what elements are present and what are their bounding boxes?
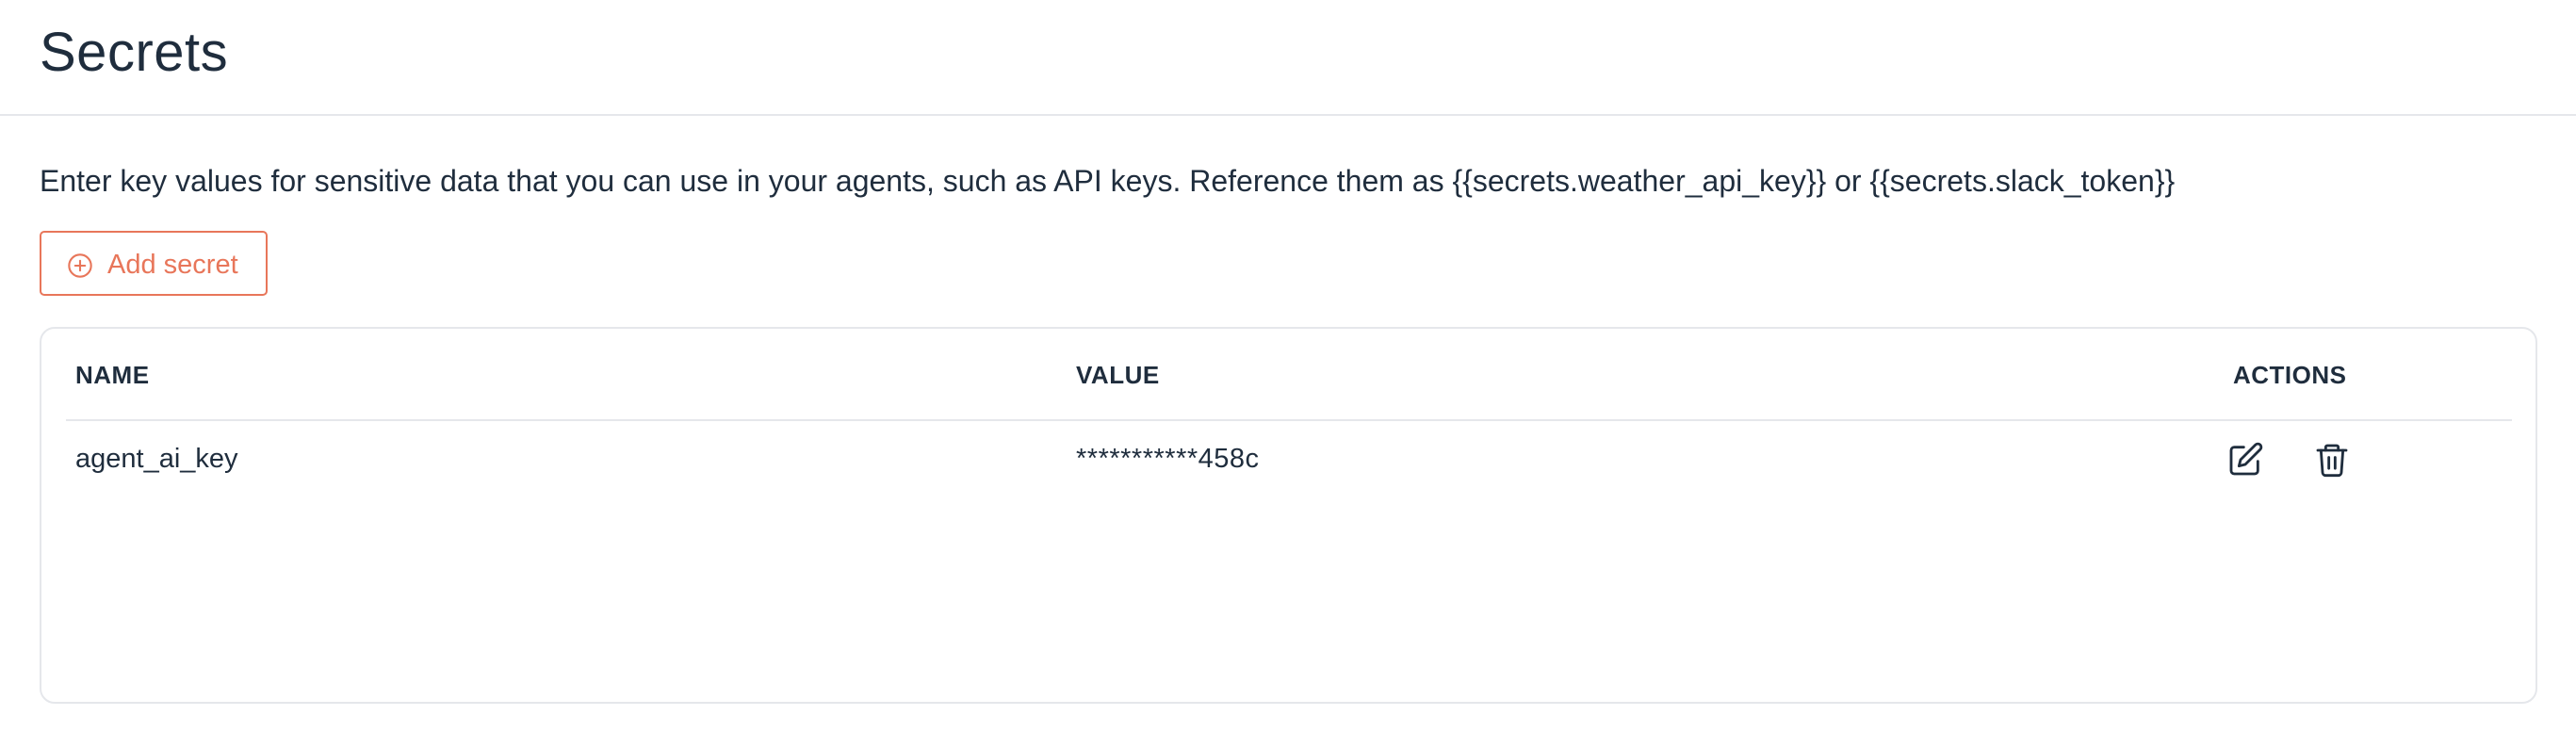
page-title: Secrets	[40, 22, 229, 83]
trash-icon	[2316, 444, 2348, 478]
plus-circle-icon	[67, 252, 93, 279]
header-divider	[66, 419, 2512, 421]
secret-name: agent_ai_key	[75, 444, 238, 474]
column-header-actions: ACTIONS	[2233, 361, 2347, 389]
secret-value: ***********458c	[1076, 444, 1260, 474]
add-secret-button[interactable]: Add secret	[40, 231, 268, 296]
add-secret-label: Add secret	[107, 250, 238, 280]
delete-button[interactable]	[2312, 440, 2352, 480]
column-header-value[interactable]: VALUE	[1076, 361, 1160, 389]
page-header: Secrets	[0, 0, 2576, 116]
edit-button[interactable]	[2225, 440, 2265, 480]
page-description: Enter key values for sensitive data that…	[40, 164, 2176, 198]
edit-icon	[2229, 442, 2263, 476]
secrets-table: NAME VALUE ACTIONS agent_ai_key ********…	[40, 327, 2537, 704]
column-header-name[interactable]: NAME	[75, 361, 150, 389]
